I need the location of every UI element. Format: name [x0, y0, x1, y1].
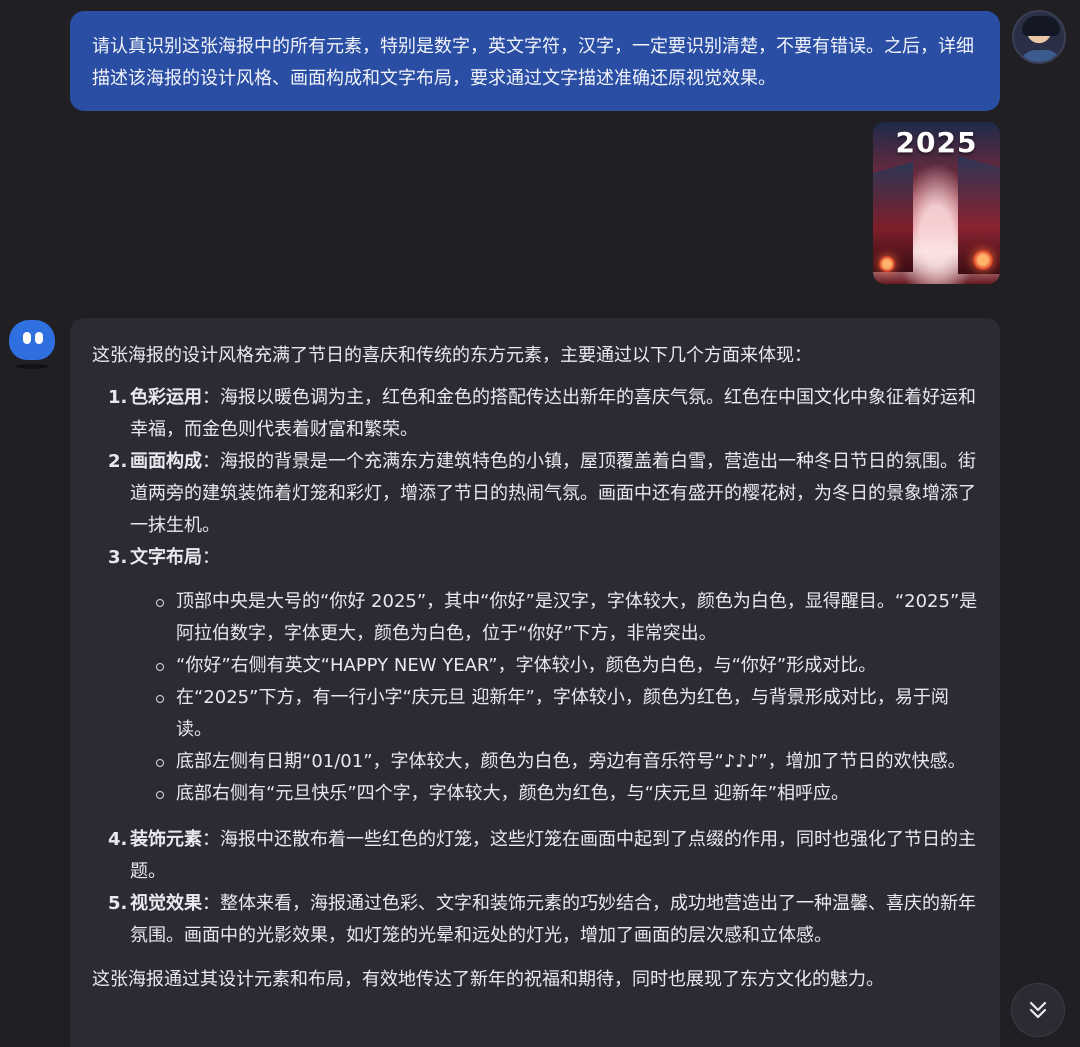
sub-list-item: 顶部中央是大号的“你好 2025”，其中“你好”是汉字，字体较大，颜色为白色，显…: [154, 586, 978, 650]
sub-list-item: “你好”右侧有英文“HAPPY NEW YEAR”，字体较小，颜色为白色，与“你…: [154, 650, 978, 682]
bot-avatar-icon: [9, 320, 55, 360]
list-item: 2. 画面构成：海报的背景是一个充满东方建筑特色的小镇，屋顶覆盖着白雪，营造出一…: [108, 446, 978, 542]
list-item-number: 2.: [108, 451, 128, 472]
sub-list-item: 底部右侧有“元旦快乐”四个字，字体较大，颜色为红色，与“庆元旦 迎新年”相呼应。: [154, 778, 978, 810]
list-item-number: 5.: [108, 893, 128, 914]
bot-eye: [23, 332, 31, 344]
poster-building-left: [873, 162, 913, 272]
poster-year-text: 2025: [895, 126, 978, 159]
list-item-body: ：海报中还散布着一些红色的灯笼，这些灯笼在画面中起到了点缀的作用，同时也强化了节…: [130, 829, 976, 882]
list-item-title: 色彩运用: [130, 387, 202, 408]
poster-lantern: [973, 250, 993, 270]
list-item: 3. 文字布局： 顶部中央是大号的“你好 2025”，其中“你好”是汉字，字体较…: [108, 542, 978, 810]
list-item-number: 4.: [108, 829, 128, 850]
list-item-body: ：海报的背景是一个充满东方建筑特色的小镇，屋顶覆盖着白雪，营造出一种冬日节日的氛…: [130, 451, 976, 536]
list-item: 4. 装饰元素：海报中还散布着一些红色的灯笼，这些灯笼在画面中起到了点缀的作用，…: [108, 824, 978, 888]
list-item-title: 装饰元素: [130, 829, 202, 850]
list-item-body: ：海报以暖色调为主，红色和金色的搭配传达出新年的喜庆气氛。红色在中国文化中象征着…: [130, 387, 976, 440]
poster-lantern: [879, 256, 895, 272]
list-item: 5. 视觉效果：整体来看，海报通过色彩、文字和装饰元素的巧妙结合，成功地营造出了…: [108, 888, 978, 952]
chevron-double-down-icon: [1029, 1001, 1047, 1019]
list-item: 1. 色彩运用：海报以暖色调为主，红色和金色的搭配传达出新年的喜庆气氛。红色在中…: [108, 382, 978, 446]
assistant-numbered-list: 1. 色彩运用：海报以暖色调为主，红色和金色的搭配传达出新年的喜庆气氛。红色在中…: [108, 382, 978, 952]
list-item-title: 文字布局: [130, 547, 202, 568]
assistant-intro: 这张海报的设计风格充满了节日的喜庆和传统的东方元素，主要通过以下几个方面来体现：: [92, 345, 812, 366]
list-item-body: ：: [202, 547, 220, 568]
avatar-shirt: [1020, 50, 1062, 62]
bot-avatar-shadow: [16, 364, 48, 369]
list-item-body: ：整体来看，海报通过色彩、文字和装饰元素的巧妙结合，成功地营造出了一种温馨、喜庆…: [130, 893, 976, 946]
user-message-bubble: 请认真识别这张海报中的所有元素，特别是数字，英文字符，汉字，一定要识别清楚，不要…: [70, 11, 1000, 111]
list-item-title: 视觉效果: [130, 893, 202, 914]
avatar-hair: [1022, 16, 1060, 36]
list-item-number: 1.: [108, 387, 128, 408]
sub-bullet-list: 顶部中央是大号的“你好 2025”，其中“你好”是汉字，字体较大，颜色为白色，显…: [154, 586, 978, 810]
scroll-to-bottom-button[interactable]: [1011, 983, 1065, 1037]
user-avatar[interactable]: [1012, 10, 1066, 64]
sub-list-item: 在“2025”下方，有一行小字“庆元旦 迎新年”，字体较小，颜色为红色，与背景形…: [154, 682, 978, 746]
list-item-title: 画面构成: [130, 451, 202, 472]
assistant-closing: 这张海报通过其设计元素和布局，有效地传达了新年的祝福和期待，同时也展现了东方文化…: [92, 969, 884, 990]
sub-list-item: 底部左侧有日期“01/01”，字体较大，颜色为白色，旁边有音乐符号“♪♪♪”，增…: [154, 746, 978, 778]
list-item-number: 3.: [108, 547, 128, 568]
user-message-text: 请认真识别这张海报中的所有元素，特别是数字，英文字符，汉字，一定要识别清楚，不要…: [92, 36, 974, 89]
chat-page: 请认真识别这张海报中的所有元素，特别是数字，英文字符，汉字，一定要识别清楚，不要…: [0, 0, 1080, 1047]
bot-eye: [35, 332, 43, 344]
assistant-message-bubble: 这张海报的设计风格充满了节日的喜庆和传统的东方元素，主要通过以下几个方面来体现：…: [70, 318, 1000, 1047]
attached-poster-image[interactable]: 2025: [873, 122, 1000, 284]
